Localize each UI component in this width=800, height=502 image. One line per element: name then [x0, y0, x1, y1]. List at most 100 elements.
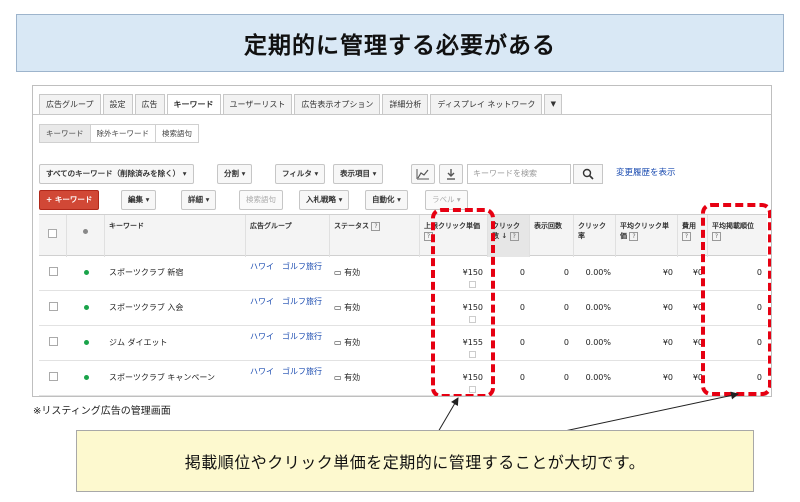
- help-icon[interactable]: ?: [682, 231, 691, 241]
- row-cost: ¥0: [692, 303, 703, 312]
- select-all-checkbox[interactable]: [48, 229, 57, 238]
- header-keyword[interactable]: キーワード: [105, 215, 246, 257]
- tab-dimensions[interactable]: 詳細分析: [382, 94, 429, 115]
- row-status: ▭ 有効: [334, 291, 420, 326]
- row-ctr: 0.00%: [585, 303, 611, 312]
- row-keyword[interactable]: スポーツクラブ キャンペーン: [105, 361, 246, 396]
- row-select-cell: [39, 256, 67, 291]
- header-status-label: ステータス: [334, 222, 369, 230]
- search-button[interactable]: [573, 164, 603, 184]
- row-max-cpc[interactable]: ¥155: [420, 326, 488, 361]
- status-dot-icon: [83, 305, 89, 310]
- row-max-cpc[interactable]: ¥150: [420, 361, 488, 396]
- columns-dropdown[interactable]: 表示項目 ▾: [333, 164, 384, 184]
- chart-toggle-button[interactable]: [411, 164, 435, 184]
- header-status[interactable]: ステータス ?: [330, 215, 420, 257]
- row-max-cpc[interactable]: ¥150: [420, 256, 488, 291]
- row-ctr: 0.00%: [585, 373, 611, 382]
- filter-dropdown[interactable]: フィルタ ▾: [275, 164, 326, 184]
- row-impressions: 0: [563, 268, 569, 277]
- arrow-to-max-cpc: [437, 397, 459, 433]
- tab-user-lists[interactable]: ユーザーリスト: [222, 94, 293, 115]
- row-status-cell: [67, 361, 105, 396]
- speech-bubble-icon[interactable]: ▭: [334, 338, 344, 347]
- header-cost-label: 費用: [682, 222, 696, 230]
- row-cost: ¥0: [692, 338, 703, 347]
- details-dropdown[interactable]: 詳細 ▾: [181, 190, 217, 210]
- speech-bubble-icon[interactable]: ▭: [334, 268, 344, 277]
- segment-dropdown[interactable]: 分割 ▾: [217, 164, 253, 184]
- help-icon[interactable]: ?: [509, 231, 519, 241]
- automate-dropdown[interactable]: 自動化 ▾: [365, 190, 408, 210]
- row-cost: ¥0: [692, 373, 703, 382]
- page-title-banner: 定期的に管理する必要がある: [16, 14, 784, 72]
- row-keyword[interactable]: ジム ダイエット: [105, 326, 246, 361]
- edit-dropdown[interactable]: 編集 ▾: [121, 190, 157, 210]
- row-cost: ¥0: [692, 268, 703, 277]
- header-ctr[interactable]: クリック率: [574, 215, 616, 257]
- change-history-link[interactable]: 変更履歴を表示: [616, 166, 676, 178]
- row-status-cell: [67, 256, 105, 291]
- row-clicks: 0: [519, 373, 525, 382]
- ads-management-screenshot: 広告グループ 設定 広告 キーワード ユーザーリスト 広告表示オプション 詳細分…: [32, 85, 772, 397]
- bid-strategy-dropdown[interactable]: 入札戦略 ▾: [299, 190, 350, 210]
- help-icon[interactable]: ?: [712, 231, 721, 241]
- header-avg-position-label: 平均掲載順位: [712, 222, 754, 230]
- header-avg-position[interactable]: 平均掲載順位 ?: [708, 215, 767, 257]
- keyword-search-input[interactable]: キーワードを検索: [467, 164, 571, 184]
- tab-display-network[interactable]: ディスプレイ ネットワーク: [430, 94, 543, 115]
- header-avg-cpc[interactable]: 平均クリック単価 ?: [616, 215, 678, 257]
- header-max-cpc-label: 上限クリック単価: [424, 222, 480, 230]
- tabs-more-dropdown[interactable]: ▼: [544, 94, 563, 115]
- row-status-label: 有効: [344, 338, 361, 347]
- bid-edit-icon[interactable]: [469, 351, 476, 358]
- row-ad-group[interactable]: ハワイ ゴルフ旅行: [246, 256, 330, 291]
- row-ad-group[interactable]: ハワイ ゴルフ旅行: [246, 361, 330, 396]
- tab-keywords[interactable]: キーワード: [166, 94, 221, 115]
- row-max-cpc[interactable]: ¥150: [420, 291, 488, 326]
- row-keyword[interactable]: スポーツクラブ 新宿: [105, 256, 246, 291]
- row-avg-cpc: ¥0: [662, 338, 673, 347]
- main-tabs: 広告グループ 設定 広告 キーワード ユーザーリスト 広告表示オプション 詳細分…: [39, 94, 564, 115]
- tab-divider: [33, 114, 771, 115]
- row-status-label: 有効: [344, 303, 361, 312]
- add-keyword-button[interactable]: + キーワード: [39, 190, 100, 210]
- header-impressions[interactable]: 表示回数: [530, 215, 574, 257]
- row-ctr: 0.00%: [585, 268, 611, 277]
- tab-ad-groups[interactable]: 広告グループ: [39, 94, 101, 115]
- row-keyword[interactable]: スポーツクラブ 入会: [105, 291, 246, 326]
- help-icon[interactable]: ?: [371, 221, 381, 231]
- subtab-keywords[interactable]: キーワード: [40, 125, 91, 142]
- bid-edit-icon[interactable]: [469, 281, 476, 288]
- row-checkbox[interactable]: [48, 372, 58, 381]
- subtab-search-terms[interactable]: 検索語句: [156, 125, 198, 142]
- header-max-cpc[interactable]: 上限クリック単価 ?: [420, 215, 488, 257]
- bid-edit-icon[interactable]: [469, 386, 476, 393]
- row-checkbox[interactable]: [48, 337, 58, 346]
- search-terms-button[interactable]: 検索語句: [239, 190, 283, 210]
- help-icon[interactable]: ?: [629, 231, 639, 241]
- keyword-filter-dropdown[interactable]: すべてのキーワード（削除済みを除く） ▾: [39, 164, 194, 184]
- download-button[interactable]: [439, 164, 463, 184]
- bid-edit-icon[interactable]: [469, 316, 476, 323]
- row-avg-cpc: ¥0: [662, 373, 673, 382]
- row-checkbox[interactable]: [48, 302, 58, 311]
- speech-bubble-icon[interactable]: ▭: [334, 303, 344, 312]
- row-status-cell: [67, 326, 105, 361]
- row-ad-group[interactable]: ハワイ ゴルフ旅行: [246, 326, 330, 361]
- tab-ad-extensions[interactable]: 広告表示オプション: [294, 94, 381, 115]
- tab-ads[interactable]: 広告: [134, 94, 165, 115]
- tab-settings[interactable]: 設定: [102, 94, 133, 115]
- row-status: ▭ 有効: [334, 256, 420, 291]
- row-avg-cpc: ¥0: [662, 268, 673, 277]
- row-ad-group[interactable]: ハワイ ゴルフ旅行: [246, 291, 330, 326]
- label-dropdown[interactable]: ラベル ▾: [425, 190, 468, 210]
- row-checkbox[interactable]: [48, 267, 58, 276]
- header-clicks[interactable]: クリック数 ↓ ?: [488, 215, 530, 257]
- row-impressions: 0: [563, 338, 569, 347]
- header-cost[interactable]: 費用 ?: [678, 215, 708, 257]
- subtab-negative-keywords[interactable]: 除外キーワード: [91, 125, 156, 142]
- header-ad-group[interactable]: 広告グループ: [246, 215, 330, 257]
- speech-bubble-icon[interactable]: ▭: [334, 373, 344, 382]
- help-icon[interactable]: ?: [424, 231, 433, 241]
